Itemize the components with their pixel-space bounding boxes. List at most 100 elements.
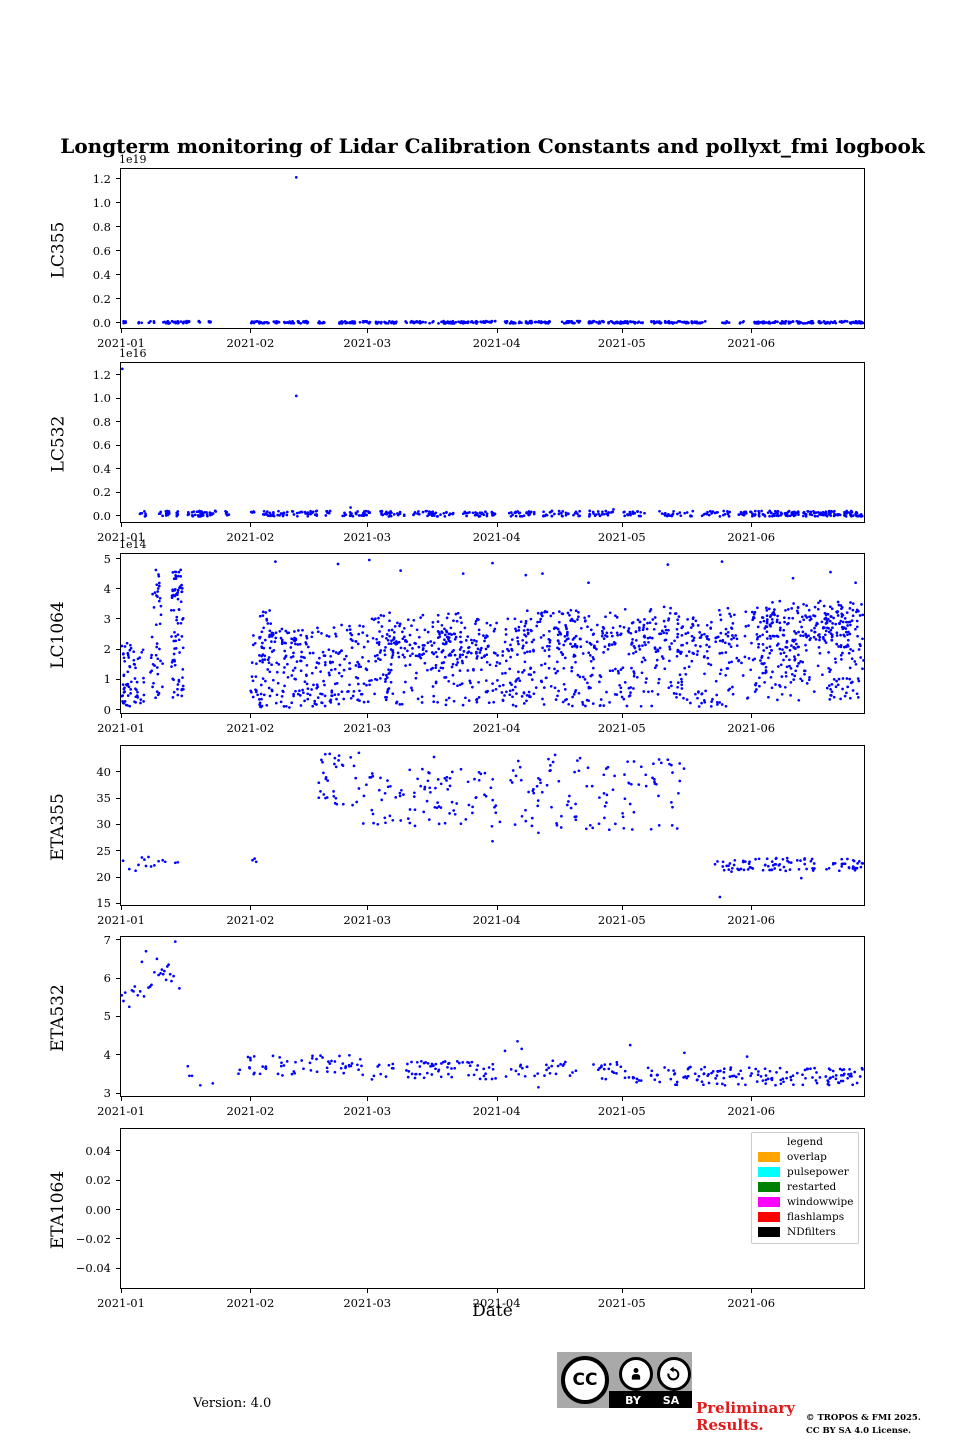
x-tick-label: 2021-03	[343, 913, 392, 927]
legend-item-overlap: overlap	[758, 1151, 852, 1163]
x-tick-label: 2021-06	[727, 1104, 776, 1118]
y-tick	[116, 1209, 120, 1210]
y-tick	[116, 397, 120, 399]
cc-sa-sharealike-icon	[657, 1357, 691, 1391]
y-tick	[116, 939, 120, 941]
legend-label: NDfilters	[787, 1226, 836, 1238]
y-tick-label: 1.2	[92, 171, 111, 186]
x-tick-label: 2021-04	[472, 1104, 521, 1118]
x-tick-label: 2021-02	[226, 336, 275, 350]
scatter-lc1064	[120, 558, 865, 709]
legend-item-pulsepower: pulsepower	[758, 1166, 852, 1178]
y-tick-label: 6	[103, 971, 111, 986]
legend-swatch-overlap	[758, 1152, 780, 1162]
y-tick	[116, 298, 120, 300]
scatter-lc355	[122, 176, 865, 325]
x-tick-label: 2021-04	[472, 721, 521, 735]
scatter-eta532	[120, 940, 864, 1089]
y-tick	[116, 515, 120, 517]
figure: Longterm monitoring of Lidar Calibration…	[0, 0, 960, 1440]
cc-sa-label: SA	[662, 1394, 680, 1407]
y-tick	[116, 648, 120, 650]
x-tick-label: 2021-02	[226, 913, 275, 927]
y-tick-label: 1.2	[92, 367, 111, 382]
y-tick	[116, 709, 120, 711]
legend-label: pulsepower	[787, 1166, 849, 1178]
y-tick-label: 40	[96, 764, 111, 779]
y-tick	[116, 226, 120, 228]
cc-icon: CC	[561, 1356, 609, 1404]
y-tick	[116, 771, 120, 773]
legend-item-windowwipe: windowwipe	[758, 1196, 854, 1208]
panel-lc355: LC355 1e19 0.0 0.2 0.4 0.6 0.8 1.0 1.2 2021-01 202…	[48, 153, 865, 350]
y-tick-label: 0	[103, 702, 111, 717]
legend-swatch-windowwipe	[758, 1197, 780, 1207]
y-tick	[116, 1238, 120, 1240]
y-tick	[116, 797, 120, 799]
y-tick	[116, 1092, 120, 1094]
y-tick-label: 0.2	[92, 291, 111, 306]
y-tick-label: 0.8	[92, 219, 111, 234]
y-tick	[116, 850, 120, 852]
y-tick	[116, 421, 120, 423]
y-tick-label: −0.04	[75, 1261, 111, 1276]
y-tick	[116, 202, 120, 204]
y-tick-label: 0.02	[85, 1173, 111, 1188]
y-tick	[116, 678, 120, 680]
legend-swatch-flashlamps	[758, 1212, 780, 1222]
y-tick	[116, 322, 120, 324]
y-tick	[116, 1267, 120, 1269]
x-tick-label: 2021-06	[727, 530, 776, 544]
panel-lc1064: LC1064 1e14 0 1 2 3 4 5 2021-01 2021-02 2021-03 202…	[48, 538, 865, 735]
y-tick	[116, 823, 120, 825]
cc-by-label: BY	[625, 1394, 641, 1407]
legend-swatch-restarted	[758, 1182, 780, 1192]
y-tick-label: 15	[96, 896, 111, 911]
y-tick	[116, 444, 120, 446]
x-tick-label: 2021-05	[597, 1104, 646, 1118]
preliminary-results-text: Preliminary Results.	[696, 1399, 795, 1434]
cc-by-person-icon	[619, 1357, 653, 1391]
x-tick-label: 2021-06	[727, 913, 776, 927]
y-tick	[116, 618, 120, 620]
x-tick-label: 2021-04	[472, 913, 521, 927]
y-tick-label: −0.02	[75, 1231, 111, 1246]
legend-label: flashlamps	[787, 1211, 845, 1223]
y-tick-label: 1.0	[92, 195, 111, 210]
y-tick-label: 0.0	[92, 315, 111, 330]
y-tick-label: 3	[103, 611, 111, 626]
legend-swatch-ndfilters	[758, 1227, 780, 1237]
panel-eta355: ETA355 15 20 25 30 35 40 2021-01 2021-02 2021-03 2…	[48, 745, 865, 927]
x-tick-label: 2021-03	[343, 721, 392, 735]
y-tick-label: 30	[96, 817, 111, 832]
y-tick-label: 25	[96, 843, 111, 858]
legend-label: restarted	[787, 1181, 837, 1193]
y-axis-offset-label: 1e16	[119, 347, 147, 360]
legend-label: windowwipe	[787, 1196, 854, 1208]
x-tick-label: 2021-02	[226, 721, 275, 735]
x-tick-label: 2021-03	[343, 336, 392, 350]
y-tick	[116, 558, 120, 560]
x-tick-label: 2021-05	[597, 721, 646, 735]
x-tick-label: 2021-05	[597, 913, 646, 927]
legend-item-restarted: restarted	[758, 1181, 852, 1193]
x-tick-label: 2021-01	[97, 913, 145, 927]
y-tick-label: 0.4	[92, 461, 111, 476]
y-tick-label: 4	[103, 581, 111, 596]
legend-item-flashlamps: flashlamps	[758, 1211, 852, 1223]
y-tick-label: 0.6	[92, 243, 111, 258]
y-axis-label-lc1064: LC1064	[48, 600, 68, 669]
y-tick-label: 4	[103, 1047, 111, 1062]
panel-eta532: ETA532 3 4 5 6 7 2021-01 2021-02 2021-03 2021-04 2…	[48, 934, 865, 1118]
legend-item-ndfilters: NDfilters	[758, 1226, 852, 1238]
copyright-text: © TROPOS & FMI 2025. CC BY SA 4.0 Licens…	[806, 1413, 921, 1436]
y-tick	[116, 588, 120, 590]
y-tick-label: 0.8	[92, 414, 111, 429]
panel-lc532: LC532 1e16 0.0 0.2 0.4 0.6 0.8 1.0 1.2 2021-01 202…	[48, 347, 865, 544]
y-tick	[116, 491, 120, 493]
y-tick	[116, 178, 120, 180]
y-tick-label: 0.00	[85, 1202, 111, 1217]
legend-title: legend	[787, 1136, 823, 1148]
y-tick-label: 2	[103, 642, 111, 657]
y-tick	[116, 468, 120, 470]
